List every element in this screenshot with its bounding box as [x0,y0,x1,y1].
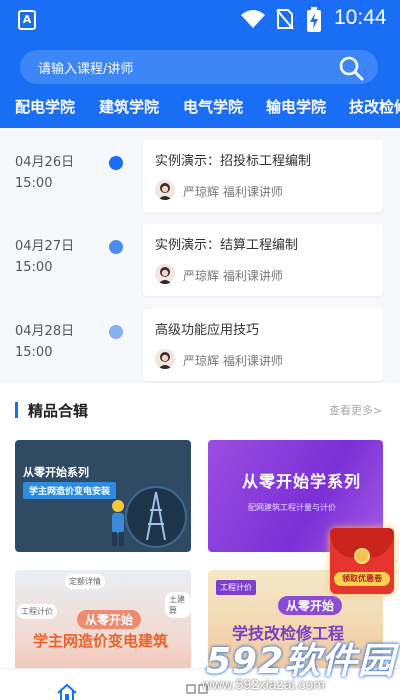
card-subtitle: 学主网造价变电建筑 [33,632,169,650]
schedule-date: 04月28日 15:00 [15,324,75,360]
section-title: 精品合辑 [28,402,89,420]
schedule-item[interactable]: 04月26日 15:00 实例演示：招投标工程编制 严琼辉 福利课讲师 [0,140,400,226]
collection-card[interactable]: 从零开始系列 学主网造价变电安装 [15,440,191,552]
tab-electrical-college[interactable]: 电气学院 [183,96,243,117]
see-more-link[interactable]: 查看更多> [329,402,382,418]
card-tag: 定额详情 [65,574,105,589]
battery-charging-icon [307,7,321,32]
schedule-title: 实例演示：结算工程编制 [155,238,299,253]
coin-icon [354,548,370,564]
avatar [155,264,175,284]
teacher-name: 严琼辉 福利课讲师 [183,185,283,199]
schedule-item[interactable]: 04月27日 15:00 实例演示：结算工程编制 严琼辉 福利课讲师 [0,224,400,310]
timeline-dot [109,325,123,339]
schedule-item[interactable]: 04月28日 15:00 高级功能应用技巧 严琼辉 福利课讲师 [0,309,400,395]
schedule-date: 04月26日 15:00 [15,155,75,191]
tab-distribution-college[interactable]: 配电学院 [15,96,75,117]
tab-maintenance-college[interactable]: 技改检修 [349,96,400,117]
schedule-card[interactable]: 实例演示：结算工程编制 严琼辉 福利课讲师 [143,224,383,296]
timeline-dot [109,240,123,254]
schedule-date: 04月27日 15:00 [15,239,75,275]
teacher-name: 严琼辉 福利课讲师 [183,354,283,368]
schedule-title: 高级功能应用技巧 [155,323,260,338]
red-envelope-coupon[interactable]: 领取优惠卷 [330,528,394,594]
tab-construction-college[interactable]: 建筑学院 [99,96,159,117]
card-tag: 工程计价 [17,604,57,619]
card-tag: 工程计价 [216,580,256,595]
card-tag: 土建算 [165,592,191,618]
tab-transmission-college[interactable]: 输电学院 [266,96,326,117]
teacher-name: 严琼辉 福利课讲师 [183,269,283,283]
section-accent-bar [15,402,18,418]
card-subtitle: 学主网造价变电安装 [23,482,117,499]
search-input[interactable]: 请输入课程/讲师 [38,58,133,77]
card-title: 从零开始 [278,596,343,615]
status-bar: A 10:44 [0,0,400,40]
clock: 10:44 [334,6,387,29]
category-tabs: 配电学院 建筑学院 电气学院 输电学院 技改检修 [0,96,400,122]
schedule-card[interactable]: 实例演示：招投标工程编制 严琼辉 福利课讲师 [143,140,383,212]
card-title: 从零开始系列 [23,466,89,479]
watermark: 592软件园 www.592xiazai.com [192,632,398,700]
card-subtitle: 配网建筑工程计量与计价 [248,503,336,512]
worker-illustration-icon [112,500,124,546]
schedule-card[interactable]: 高级功能应用技巧 严琼辉 福利课讲师 [143,309,383,381]
card-title: 从零开始学系列 [242,472,362,491]
coupon-label: 领取优惠卷 [334,572,390,586]
schedule-title: 实例演示：招投标工程编制 [155,154,312,169]
wifi-icon [241,10,265,28]
card-title: 从零开始 [77,610,142,629]
home-icon[interactable] [56,683,78,700]
search-bar[interactable]: 请输入课程/讲师 [20,50,378,84]
collection-card[interactable]: 定额详情 工程计价 土建算 从零开始 学主网造价变电建筑 [15,570,191,670]
watermark-url: www.592xiazai.com [202,676,325,692]
search-icon[interactable] [338,55,364,81]
avatar [155,180,175,200]
timeline-dot [109,156,123,170]
app-badge: A [18,10,36,30]
avatar [155,349,175,369]
no-sim-icon [276,9,294,30]
header: A 10:44 请输入课程/讲师 配电学院 建筑学院 电气学院 输电学院 技改检… [0,0,400,128]
